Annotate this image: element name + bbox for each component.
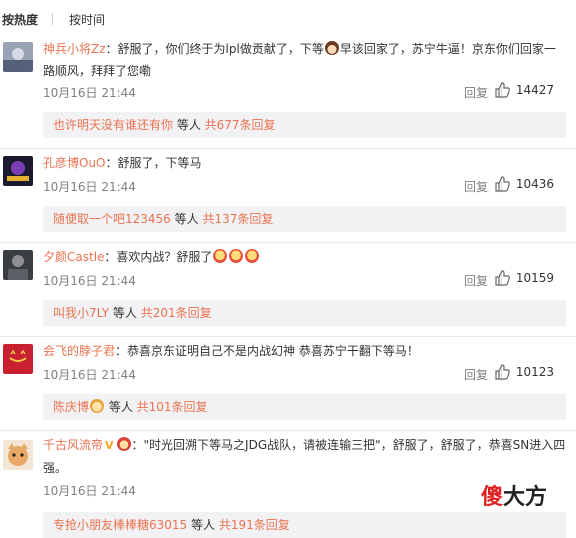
reply-user-link[interactable]: 随便取一个吧123456: [53, 212, 171, 226]
reply-user-link[interactable]: 专抢小朋友棒棒糖63015: [53, 518, 187, 532]
comment-divider: [0, 148, 576, 149]
replies-summary[interactable]: 叫我小7LY 等人 共201条回复: [43, 300, 566, 326]
reply-button[interactable]: 回复: [464, 272, 488, 289]
comment-divider: [0, 242, 576, 243]
comment-username[interactable]: 夕颜Castle: [43, 250, 104, 264]
avatar[interactable]: [3, 156, 33, 186]
comment-time: 10月16日 21:44: [43, 368, 136, 382]
comment-time: 10月16日 21:44: [43, 274, 136, 288]
comment-divider: [0, 336, 576, 337]
like-count: 14427: [515, 83, 554, 97]
like-count: 10159: [515, 271, 554, 285]
replies-summary[interactable]: 陈庆博 等人 共101条回复: [43, 394, 566, 420]
comment-text: 夕颜Castle：喜欢内战？舒服了: [43, 246, 566, 268]
comment-divider: [0, 430, 576, 431]
lion-emoji-icon: [116, 437, 131, 451]
comment-time: 10月16日 21:44: [43, 180, 136, 194]
reply-count-link[interactable]: 共677条回复: [205, 118, 276, 132]
reply-count-link[interactable]: 共201条回复: [141, 306, 212, 320]
thumbs-up-icon: [495, 82, 510, 98]
watermark-right-text: 大方: [503, 485, 548, 510]
like-count: 10123: [515, 365, 554, 379]
comment-username[interactable]: 千古风流帝: [43, 438, 103, 452]
thumbs-up-icon: [495, 364, 510, 380]
reply-button[interactable]: 回复: [464, 84, 488, 101]
avatar[interactable]: [3, 344, 33, 374]
girl-emoji-icon: [324, 41, 339, 55]
like-button[interactable]: 10159: [494, 270, 554, 286]
sort-by-hot-tab[interactable]: 按热度: [0, 11, 40, 28]
angry-face-emoji-icon: [229, 249, 244, 263]
reply-count-link[interactable]: 共101条回复: [137, 400, 208, 414]
sort-by-time-tab[interactable]: 按时间: [67, 11, 107, 28]
reply-button[interactable]: 回复: [464, 366, 488, 383]
avatar[interactable]: [3, 440, 33, 470]
comment-username[interactable]: 会飞的脖子君: [43, 344, 115, 358]
replies-summary[interactable]: 专抢小朋友棒棒糖63015 等人 共191条回复: [43, 512, 566, 538]
comment-username[interactable]: 神兵小将Zz: [43, 42, 106, 56]
comment-text: 神兵小将Zz：舒服了，你们终于为lpl做贡献了，下等 早该回家了，苏宁牛逼！京东你…: [43, 41, 556, 78]
reply-button[interactable]: 回复: [464, 178, 488, 195]
verified-badge-icon: V: [105, 439, 114, 452]
angry-face-emoji-icon: [245, 249, 260, 263]
reply-count-link[interactable]: 共191条回复: [219, 518, 290, 532]
like-button[interactable]: 10123: [494, 364, 554, 380]
bear-emoji-icon: [90, 399, 105, 413]
comment-text: 孔彦博OuO：舒服了，下等马: [43, 156, 202, 170]
reply-user-link[interactable]: 叫我小7LY: [53, 306, 109, 320]
like-button[interactable]: 14427: [494, 82, 554, 98]
angry-face-emoji-icon: [213, 249, 228, 263]
comment-text: 会飞的脖子君：恭喜京东证明自己不是内战幻神 恭喜苏宁干翻下等马！: [43, 344, 419, 358]
reply-user-link[interactable]: 陈庆博: [53, 400, 89, 414]
avatar[interactable]: [3, 250, 33, 280]
watermark: 傻大方: [481, 480, 548, 510]
sort-separator: [52, 13, 54, 25]
thumbs-up-icon: [495, 270, 510, 286]
thumbs-up-icon: [495, 176, 510, 192]
replies-summary[interactable]: 随便取一个吧123456 等人 共137条回复: [43, 206, 566, 232]
comment-meta: 10月16日 21:44 回复 14427: [43, 82, 566, 102]
comment-time: 10月16日 21:44: [43, 484, 136, 498]
sort-bar: 按热度 按时间: [0, 9, 107, 29]
comment-meta: 10月16日 21:44 回复 10436: [43, 176, 566, 196]
comment-meta: 10月16日 21:44 回复 10159: [43, 270, 566, 290]
watermark-left-text: 傻: [481, 485, 504, 510]
replies-summary[interactable]: 也许明天没有谁还有你 等人 共677条回复: [43, 112, 566, 138]
comment-text: 千古风流帝 V ："时光回溯下等马之JDG战队，请被连输三把"，舒服了，舒服了，恭喜…: [43, 434, 566, 479]
like-button[interactable]: 10436: [494, 176, 554, 192]
comment-meta: 10月16日 21:44 回复 10123: [43, 364, 566, 384]
like-count: 10436: [515, 177, 554, 191]
reply-count-link[interactable]: 共137条回复: [202, 212, 273, 226]
avatar[interactable]: [3, 42, 33, 72]
reply-user-link[interactable]: 也许明天没有谁还有你: [53, 118, 173, 132]
comment-username[interactable]: 孔彦博OuO: [43, 156, 106, 170]
comment-time: 10月16日 21:44: [43, 86, 136, 100]
